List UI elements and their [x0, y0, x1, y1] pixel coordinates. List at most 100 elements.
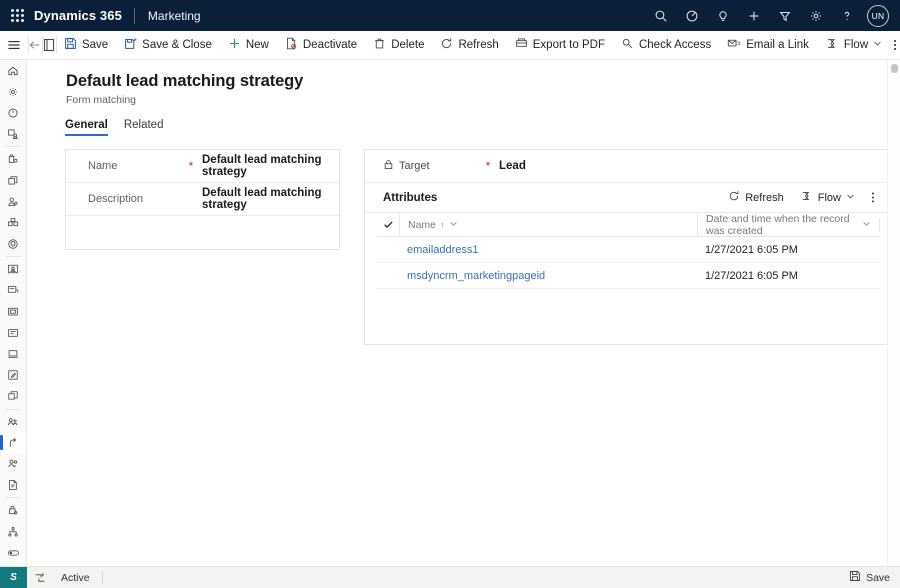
settings-gear-icon[interactable] — [800, 0, 831, 31]
sidebar-item-hierarchy[interactable] — [0, 521, 26, 542]
select-all-checkmark-icon[interactable] — [377, 219, 399, 230]
deactivate-icon — [285, 37, 298, 53]
row-created-on: 1/27/2021 6:05 PM — [705, 243, 798, 256]
tab-related[interactable]: Related — [124, 119, 164, 136]
export-to-pdf-label: Export to PDF — [532, 39, 605, 51]
sidebar-item-data-config[interactable] — [0, 500, 26, 521]
row-created-on: 1/27/2021 6:05 PM — [705, 269, 798, 282]
sidebar-item-toggle[interactable] — [0, 542, 26, 563]
save-button[interactable]: Save — [56, 31, 116, 60]
record-status-icon[interactable] — [27, 572, 53, 584]
help-question-icon[interactable] — [831, 0, 862, 31]
flow-icon — [825, 37, 839, 53]
target-attributes-card: Target * Lead Attributes Refresh Flow Na… — [364, 149, 893, 345]
name-field-label: Name — [88, 160, 118, 172]
command-overflow-icon[interactable] — [890, 31, 900, 60]
attributes-overflow-icon[interactable] — [864, 187, 882, 209]
target-label-text: Target — [399, 160, 430, 172]
check-access-button[interactable]: Check Access — [613, 31, 719, 60]
page-subtitle: Form matching — [66, 94, 137, 106]
form-selector-icon[interactable] — [43, 31, 56, 59]
sidebar-item-marketing-page[interactable] — [0, 301, 26, 322]
status-bar: S Active Save — [0, 566, 900, 588]
form-tabs: General Related — [27, 106, 900, 136]
email-a-link-button[interactable]: Email a Link — [719, 31, 817, 60]
sidebar-item-lead-matching[interactable] — [0, 432, 26, 454]
lightbulb-icon[interactable] — [707, 0, 738, 31]
scrollbar-thumb[interactable] — [891, 64, 898, 73]
row-name-link[interactable]: msdyncrm_marketingpageid — [399, 270, 697, 282]
description-field-value: Default lead matching strategy — [202, 187, 322, 211]
refresh-button-label: Refresh — [458, 39, 499, 51]
attributes-refresh-button[interactable]: Refresh — [721, 186, 791, 209]
column-header-created-on[interactable]: Date and time when the record was create… — [697, 212, 879, 237]
row-name-link[interactable]: emailaddress1 — [399, 244, 697, 256]
name-field[interactable]: Name * Default lead matching strategy — [66, 150, 339, 183]
sidebar-item-home[interactable] — [0, 60, 26, 81]
sidebar-item-pinned[interactable] — [0, 124, 26, 145]
sidebar-item-forms-hosted[interactable] — [0, 343, 26, 364]
sidebar-item-contacts[interactable] — [0, 191, 26, 212]
avatar[interactable]: UN — [867, 4, 889, 27]
app-name[interactable]: Marketing — [135, 9, 201, 23]
save-icon — [849, 570, 861, 585]
add-icon[interactable] — [738, 0, 769, 31]
refresh-button[interactable]: Refresh — [432, 31, 506, 60]
target-field[interactable]: Target * Lead — [365, 150, 892, 183]
email-link-icon — [727, 37, 741, 53]
deactivate-button[interactable]: Deactivate — [277, 31, 365, 60]
back-arrow-icon[interactable] — [28, 31, 42, 59]
new-button[interactable]: New — [220, 31, 277, 60]
status-save-button[interactable]: Save — [849, 570, 900, 585]
chevron-down-icon[interactable] — [862, 219, 871, 231]
sidebar-item-events[interactable] — [0, 411, 26, 432]
save-button-label: Save — [81, 39, 109, 51]
table-row[interactable]: emailaddress1 1/27/2021 6:05 PM — [377, 237, 880, 263]
sidebar-item-customer-journey[interactable] — [0, 259, 26, 280]
sidebar-item-recent[interactable] — [0, 102, 26, 123]
attributes-flow-button[interactable]: Flow — [793, 186, 862, 209]
deactivate-button-label: Deactivate — [302, 39, 358, 51]
sidebar-item-pages[interactable] — [0, 170, 26, 191]
lock-icon — [383, 159, 394, 173]
flow-button-label: Flow — [843, 39, 869, 51]
sidebar-item-marketing-form[interactable] — [0, 322, 26, 343]
sidebar-item-reports[interactable] — [0, 475, 26, 496]
empty-field-row — [66, 216, 339, 249]
page-title: Default lead matching strategy — [66, 72, 304, 90]
rail-separator-3 — [5, 408, 21, 410]
sidebar-item-accounts[interactable] — [0, 149, 26, 170]
app-launcher-icon[interactable] — [0, 0, 34, 31]
attributes-toolbar: Attributes Refresh Flow — [365, 183, 892, 213]
sidebar-item-settings[interactable] — [0, 81, 26, 102]
flow-button[interactable]: Flow — [817, 31, 890, 60]
export-to-pdf-button[interactable]: Export to PDF — [507, 31, 613, 60]
filter-icon[interactable] — [769, 0, 800, 31]
sidebar-item-marketing-email[interactable] — [0, 280, 26, 301]
description-field[interactable]: Description Default lead matching strate… — [66, 183, 339, 216]
status-badge[interactable]: S — [0, 566, 27, 588]
brand-title[interactable]: Dynamics 365 — [34, 8, 134, 23]
attributes-actions: Refresh Flow — [721, 186, 882, 209]
sidebar-item-security[interactable] — [0, 234, 26, 255]
focus-assist-icon[interactable] — [676, 0, 707, 31]
sidebar-item-segments[interactable] — [0, 212, 26, 233]
sidebar-item-templates[interactable] — [0, 386, 26, 407]
sidebar-item-form-editor[interactable] — [0, 365, 26, 386]
target-field-value: Lead — [499, 160, 526, 172]
table-row[interactable]: msdyncrm_marketingpageid 1/27/2021 6:05 … — [377, 263, 880, 289]
sidebar-rail — [0, 60, 27, 566]
vertical-scrollbar[interactable] — [887, 60, 900, 566]
chevron-down-icon[interactable] — [449, 219, 458, 231]
target-field-label: Target — [383, 159, 483, 173]
save-and-close-button[interactable]: Save & Close — [116, 31, 220, 60]
sidebar-item-leads[interactable] — [0, 453, 26, 474]
delete-button[interactable]: Delete — [365, 31, 432, 60]
search-icon[interactable] — [645, 0, 676, 31]
status-divider — [101, 571, 103, 584]
column-header-name[interactable]: Name ↑ — [399, 212, 697, 237]
attributes-refresh-label: Refresh — [745, 191, 784, 204]
sitemap-hamburger-icon[interactable] — [0, 31, 28, 59]
name-field-value: Default lead matching strategy — [202, 154, 322, 178]
tab-general[interactable]: General — [65, 119, 108, 136]
